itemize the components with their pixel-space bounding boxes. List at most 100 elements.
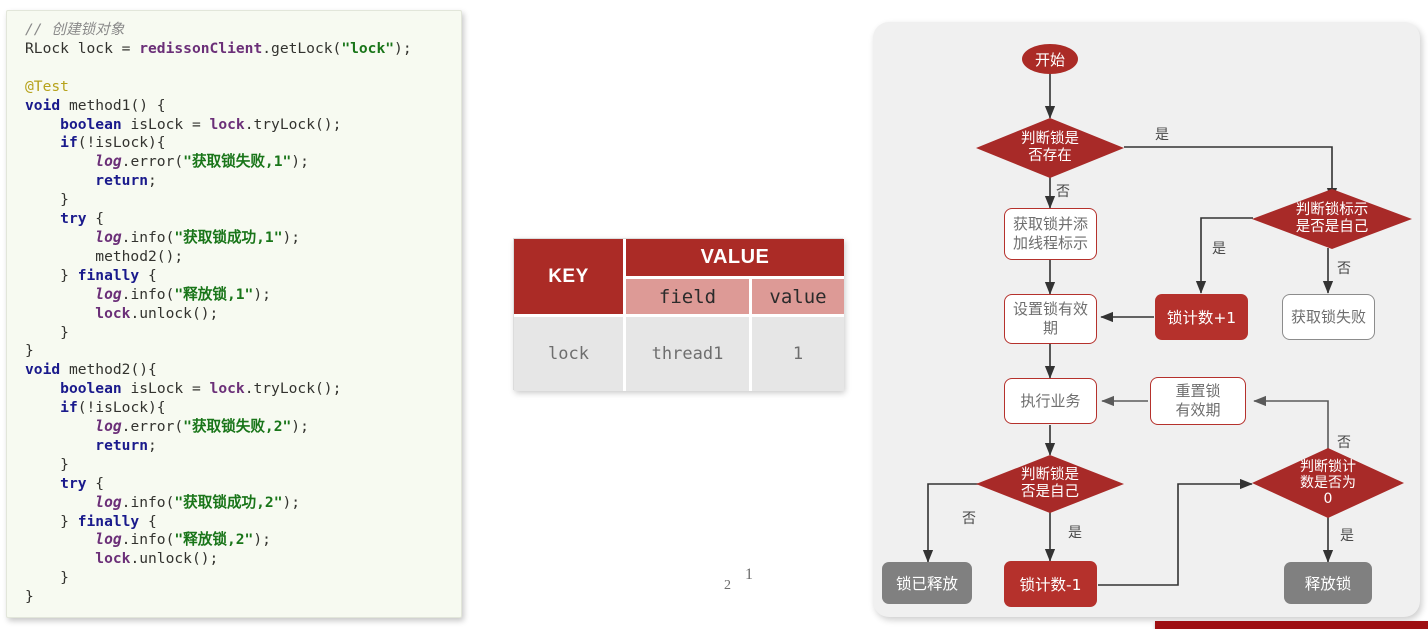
flow-node-check-lock-exists[interactable]: 判断锁是否存在 bbox=[976, 118, 1124, 178]
code-token: lock bbox=[210, 116, 245, 133]
code-token: "获取锁失败,1" bbox=[183, 153, 291, 170]
edge-label-yes-count-zero: 是 bbox=[1340, 525, 1354, 545]
code-token bbox=[25, 134, 60, 151]
code-token: } bbox=[25, 324, 69, 341]
code-token: (!isLock){ bbox=[78, 399, 166, 416]
flow-node-set-lock-ttl[interactable]: 设置锁有效期 bbox=[1004, 294, 1097, 344]
code-token bbox=[25, 116, 60, 133]
code-token: void bbox=[25, 97, 60, 114]
code-token bbox=[25, 475, 60, 492]
code-token bbox=[25, 494, 95, 511]
stray-number-two: 2 bbox=[724, 578, 731, 594]
code-token: "lock" bbox=[341, 40, 394, 57]
code-token: .tryLock(); bbox=[245, 116, 342, 133]
code-token: if bbox=[60, 399, 78, 416]
code-token: ); bbox=[253, 286, 271, 303]
code-token: ); bbox=[291, 418, 309, 435]
code-token: .info( bbox=[122, 494, 175, 511]
edge-label-yes-lock-exists: 是 bbox=[1155, 124, 1169, 144]
code-token bbox=[25, 229, 95, 246]
flow-node-check-lock-owner[interactable]: 判断锁标示是否是自己 bbox=[1252, 189, 1412, 249]
code-token: try bbox=[60, 475, 86, 492]
code-token: { bbox=[139, 267, 157, 284]
code-token: finally bbox=[78, 513, 140, 530]
code-token: method2(); bbox=[25, 248, 183, 265]
edge-label-no-lock-exists: 否 bbox=[1056, 181, 1070, 201]
code-token: .getLock( bbox=[262, 40, 341, 57]
code-token: ); bbox=[283, 494, 301, 511]
code-token: return bbox=[95, 172, 148, 189]
code-token: } bbox=[25, 569, 69, 586]
flow-node-check-count-zero[interactable]: 判断锁计数是否为0 bbox=[1252, 448, 1404, 518]
edge-label-yes-owner-again: 是 bbox=[1068, 522, 1082, 542]
code-token: .tryLock(); bbox=[245, 380, 342, 397]
code-token: } bbox=[25, 456, 69, 473]
code-token: isLock = bbox=[122, 380, 210, 397]
code-token: "释放锁,1" bbox=[174, 286, 253, 303]
flow-node-lock-released[interactable]: 锁已释放 bbox=[882, 562, 972, 604]
stray-number-one: 1 bbox=[745, 566, 753, 584]
edge-label-no-owner-again: 否 bbox=[962, 508, 976, 528]
code-token: @Test bbox=[25, 78, 69, 95]
code-token: lock bbox=[95, 550, 130, 567]
code-token: .info( bbox=[122, 531, 175, 548]
code-token: return bbox=[95, 437, 148, 454]
code-token: .error( bbox=[122, 418, 184, 435]
code-token: .info( bbox=[122, 286, 175, 303]
flow-node-run-business[interactable]: 执行业务 bbox=[1004, 378, 1097, 424]
code-token: log bbox=[95, 153, 121, 170]
code-token bbox=[25, 286, 95, 303]
code-token: ); bbox=[253, 531, 271, 548]
edge-label-no-owner: 否 bbox=[1337, 258, 1351, 278]
code-token bbox=[25, 305, 95, 322]
table-header-key: KEY bbox=[514, 239, 626, 317]
code-token: "获取锁成功,2" bbox=[174, 494, 282, 511]
table-cell-value: 1 bbox=[752, 317, 844, 391]
code-token: ; bbox=[148, 172, 157, 189]
code-token: } bbox=[25, 513, 78, 530]
code-token bbox=[25, 418, 95, 435]
code-token: log bbox=[95, 286, 121, 303]
code-token: } bbox=[25, 267, 78, 284]
code-token: (!isLock){ bbox=[78, 134, 166, 151]
table-cell-field: thread1 bbox=[626, 317, 752, 391]
flow-node-lock-count-minus-one[interactable]: 锁计数-1 bbox=[1004, 561, 1097, 607]
flow-node-acquire-lock-failed[interactable]: 获取锁失败 bbox=[1282, 294, 1375, 340]
code-token: boolean bbox=[60, 380, 122, 397]
flow-node-start[interactable]: 开始 bbox=[1022, 44, 1078, 74]
code-token bbox=[25, 399, 60, 416]
flow-node-check-owner-again[interactable]: 判断锁是否是自己 bbox=[976, 455, 1124, 513]
code-token: RLock lock = bbox=[25, 40, 139, 57]
code-token: if bbox=[60, 134, 78, 151]
code-token: "释放锁,2" bbox=[174, 531, 253, 548]
code-token: { bbox=[87, 210, 105, 227]
code-token: } bbox=[25, 342, 34, 359]
code-token: log bbox=[95, 229, 121, 246]
redis-hash-table: KEY VALUE field value lock thread1 1 bbox=[513, 238, 843, 390]
code-token bbox=[25, 210, 60, 227]
table-subheader-field: field bbox=[626, 279, 752, 317]
code-token: method1() { bbox=[60, 97, 165, 114]
code-token: ); bbox=[291, 153, 309, 170]
code-token: isLock = bbox=[122, 116, 210, 133]
flow-node-release-lock[interactable]: 释放锁 bbox=[1284, 562, 1372, 604]
code-token: ); bbox=[394, 40, 412, 57]
table-subheader-value: value bbox=[752, 279, 844, 317]
code-token: "获取锁成功,1" bbox=[174, 229, 282, 246]
flow-node-lock-count-plus-one[interactable]: 锁计数+1 bbox=[1155, 294, 1248, 340]
code-token bbox=[25, 437, 95, 454]
code-token: } bbox=[25, 191, 69, 208]
code-token: .info( bbox=[122, 229, 175, 246]
code-token bbox=[25, 531, 95, 548]
code-token: { bbox=[87, 475, 105, 492]
code-token: redissonClient bbox=[139, 40, 262, 57]
code-token: method2(){ bbox=[60, 361, 157, 378]
code-snippet-panel: // 创建锁对象 RLock lock = redissonClient.get… bbox=[6, 10, 462, 618]
code-token: void bbox=[25, 361, 60, 378]
code-token: lock bbox=[210, 380, 245, 397]
code-token: lock bbox=[95, 305, 130, 322]
code-token: "获取锁失败,2" bbox=[183, 418, 291, 435]
flow-node-acquire-lock-add-thread-id[interactable]: 获取锁并添加线程标示 bbox=[1004, 208, 1097, 260]
code-token bbox=[25, 153, 95, 170]
flow-node-reset-lock-ttl[interactable]: 重置锁有效期 bbox=[1150, 377, 1246, 425]
